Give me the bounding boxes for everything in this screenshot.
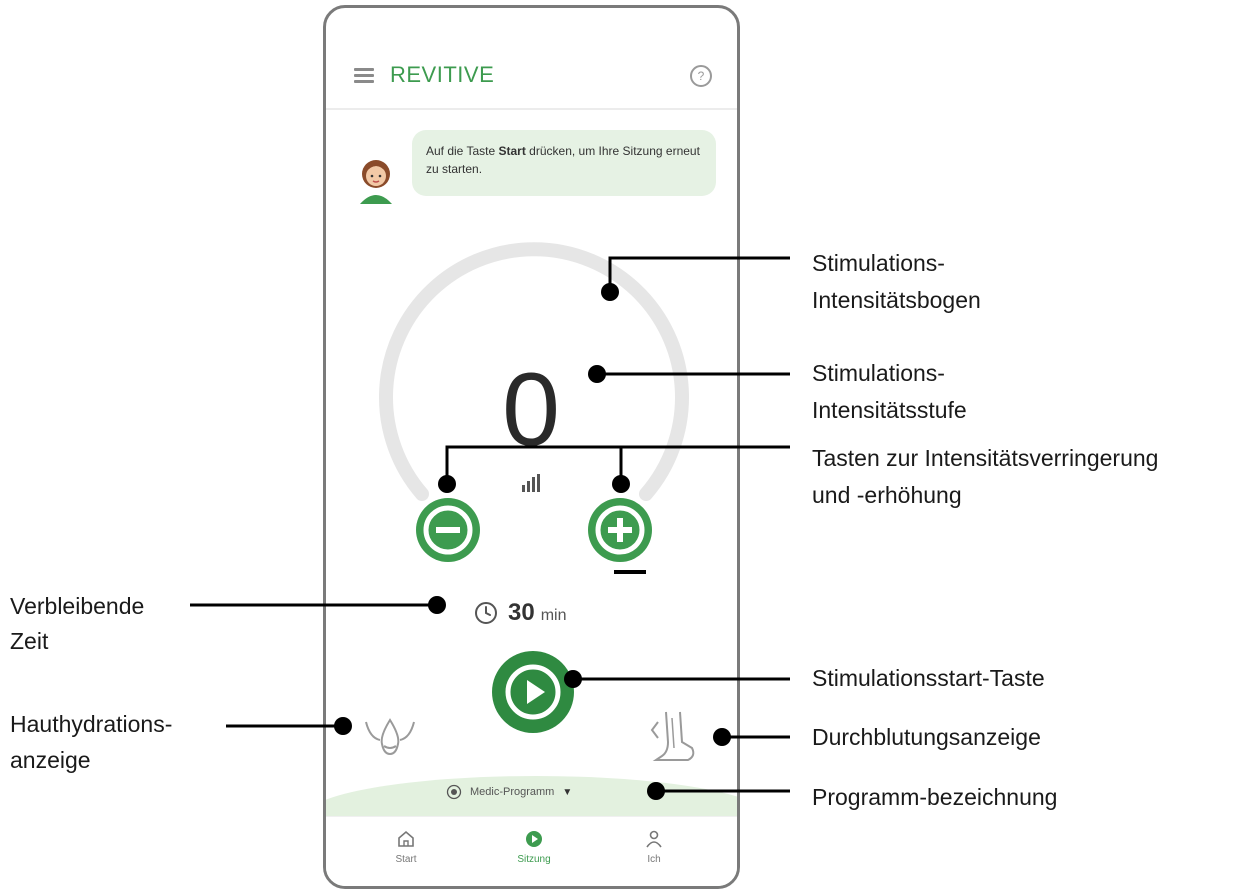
label-level-2: Intensitätsstufe bbox=[812, 397, 967, 423]
remaining-time-value: 30 bbox=[508, 599, 535, 626]
program-target-icon bbox=[446, 784, 462, 800]
nav-label-start: Start bbox=[395, 854, 417, 865]
clock-icon bbox=[475, 602, 497, 624]
label-program: Programm-bezeichnung bbox=[812, 784, 1058, 810]
nav-label-ich: Ich bbox=[647, 854, 661, 865]
home-icon bbox=[398, 830, 414, 847]
label-time-1: Verbleibende bbox=[10, 593, 145, 619]
increase-intensity-button[interactable] bbox=[588, 498, 652, 562]
label-arc-2: Intensitätsbogen bbox=[812, 287, 981, 313]
label-start: Stimulationsstart-Taste bbox=[812, 665, 1045, 691]
minus-icon bbox=[423, 505, 473, 555]
play-circle-icon bbox=[526, 831, 542, 847]
label-circulation: Durchblutungsanzeige bbox=[812, 724, 1041, 750]
label-hydration-1: Hauthydrations- bbox=[10, 711, 173, 737]
nav-item-sitzung[interactable]: Sitzung bbox=[494, 829, 574, 865]
nav-label-sitzung: Sitzung bbox=[517, 854, 551, 865]
caret-down-icon: ▼ bbox=[562, 786, 573, 798]
decrease-intensity-button[interactable] bbox=[416, 498, 480, 562]
start-stimulation-button[interactable] bbox=[492, 651, 574, 733]
play-icon bbox=[505, 664, 561, 720]
nav-item-start[interactable]: Start bbox=[366, 829, 446, 865]
plus-icon bbox=[595, 505, 645, 555]
label-level-1: Stimulations- bbox=[812, 360, 945, 386]
intensity-arc bbox=[379, 242, 689, 501]
bottom-navigation: Start Sitzung Ich bbox=[326, 816, 737, 886]
person-icon bbox=[646, 830, 662, 848]
label-buttons-2: und -erhöhung bbox=[812, 482, 962, 508]
label-hydration-2: anzeige bbox=[10, 747, 91, 773]
circulation-icon[interactable] bbox=[648, 708, 704, 766]
nav-item-ich[interactable]: Ich bbox=[614, 829, 694, 865]
signal-strength-icon bbox=[522, 474, 540, 492]
phone-frame: REVITIVE ? Auf die Taste Start drücken, … bbox=[323, 5, 740, 889]
intensity-level-value: 0 bbox=[502, 352, 560, 468]
label-arc-1: Stimulations- bbox=[812, 250, 945, 276]
remaining-time-unit: min bbox=[540, 606, 567, 624]
program-selector[interactable]: Medic-Programm ▼ bbox=[446, 781, 572, 803]
label-time-2: Zeit bbox=[10, 628, 49, 654]
skin-hydration-icon[interactable] bbox=[362, 712, 418, 760]
label-buttons-1: Tasten zur Intensitätsverringerung bbox=[812, 445, 1159, 471]
program-name: Medic-Programm bbox=[470, 786, 555, 798]
remaining-time: 30 min bbox=[474, 596, 566, 630]
